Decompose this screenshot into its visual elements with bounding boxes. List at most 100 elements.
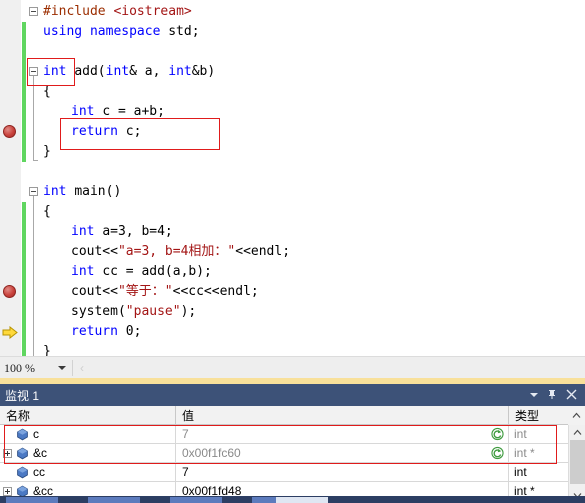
- code-line[interactable]: int main(): [39, 182, 585, 202]
- code-line[interactable]: }: [39, 142, 585, 162]
- watch-panel-title: 监视 1: [5, 388, 40, 403]
- watch-row[interactable]: &c 0x00f1fc60 int *: [0, 444, 585, 463]
- code-line[interactable]: int cc = add(a,b);: [39, 262, 585, 282]
- code-token: cout<<: [71, 284, 118, 299]
- code-line[interactable]: int c = a+b;: [39, 102, 585, 122]
- code-line[interactable]: int a=3, b=4;: [39, 222, 585, 242]
- watch-cell-name[interactable]: cc: [0, 463, 176, 481]
- nav-back-icon[interactable]: ‹: [80, 361, 84, 375]
- code-text[interactable]: #include <iostream> using namespace std; …: [39, 0, 585, 356]
- code-token: <<endl;: [235, 244, 291, 259]
- watch-row[interactable]: c 7 int: [0, 425, 585, 444]
- field-variable-icon: [16, 466, 29, 479]
- code-token: int: [43, 64, 75, 79]
- code-line[interactable]: cout<<"等于："<<cc<<endl;: [39, 282, 585, 302]
- breakpoint-icon[interactable]: [3, 285, 16, 298]
- code-token: c;: [125, 124, 142, 139]
- code-token: int: [168, 64, 192, 79]
- expander-placeholder: [3, 468, 12, 477]
- code-line[interactable]: #include <iostream>: [39, 2, 585, 22]
- outlining-collapse-icon[interactable]: [29, 187, 38, 196]
- code-token: int: [43, 184, 75, 199]
- change-indicator-bar: [22, 22, 26, 162]
- code-token: add(: [74, 64, 106, 79]
- code-line[interactable]: }: [39, 342, 585, 356]
- code-line[interactable]: {: [39, 82, 585, 102]
- watch-name-text: cc: [33, 465, 45, 479]
- watch-grid-header[interactable]: 名称值类型: [0, 406, 585, 425]
- watch-titlebar-buttons: [530, 389, 577, 402]
- code-token: int: [71, 264, 103, 279]
- code-line[interactable]: using namespace std;: [39, 22, 585, 42]
- watch-name-text: c: [33, 427, 39, 441]
- watch-grid-scrollbar[interactable]: [568, 425, 585, 503]
- code-token: int: [71, 104, 103, 119]
- taskbar-item-2[interactable]: [88, 497, 140, 503]
- code-token: a=3, b=4;: [102, 224, 173, 239]
- visual-studio-debug-window: #include <iostream> using namespace std; …: [0, 0, 585, 503]
- watch-cell-value[interactable]: 7: [176, 425, 509, 443]
- refresh-icon[interactable]: [491, 446, 504, 460]
- expand-icon[interactable]: [3, 486, 12, 496]
- code-token: system(: [71, 304, 126, 319]
- taskbar-item-1[interactable]: [6, 497, 58, 503]
- chevron-down-icon[interactable]: [530, 393, 538, 397]
- watch-panel: 监视 1 名称值类型 c 7 int &c 0x00f1fc60 int * c…: [0, 384, 585, 503]
- close-icon[interactable]: [566, 389, 577, 402]
- outlining-guide-end: [33, 160, 38, 161]
- code-token: std;: [168, 24, 200, 39]
- watch-cell-value[interactable]: 7: [176, 463, 509, 481]
- breakpoint-gutter[interactable]: [0, 0, 21, 356]
- chevron-down-icon[interactable]: [58, 366, 66, 370]
- code-token: "等于：": [117, 284, 173, 299]
- column-header-name[interactable]: 名称: [0, 406, 176, 424]
- column-header-value[interactable]: 值: [176, 406, 509, 424]
- change-indicator-bar: [22, 202, 26, 356]
- code-token: );: [180, 304, 197, 319]
- code-token: "pause": [125, 304, 181, 319]
- watch-grid[interactable]: 名称值类型 c 7 int &c 0x00f1fc60 int * cc 7 int &cc 0x0…: [0, 406, 585, 503]
- watch-panel-titlebar[interactable]: 监视 1: [0, 384, 585, 406]
- code-line[interactable]: [39, 42, 585, 62]
- code-token: 0;: [125, 324, 142, 339]
- watch-value-text: 7: [182, 427, 189, 441]
- code-token: <<cc<<endl;: [172, 284, 259, 299]
- taskbar-item-3[interactable]: [170, 497, 222, 503]
- watch-row[interactable]: cc 7 int: [0, 463, 585, 482]
- code-editor[interactable]: #include <iostream> using namespace std; …: [0, 0, 585, 356]
- watch-cell-type: int: [514, 427, 527, 441]
- watch-name-text: &c: [33, 446, 48, 460]
- refresh-icon[interactable]: [491, 427, 504, 441]
- watch-cell-value[interactable]: 0x00f1fc60: [176, 444, 509, 462]
- field-variable-icon: [16, 428, 29, 441]
- code-token: return: [71, 124, 126, 139]
- code-token: using namespace: [43, 24, 169, 39]
- code-line[interactable]: {: [39, 202, 585, 222]
- code-line[interactable]: [39, 162, 585, 182]
- outlining-collapse-icon[interactable]: [29, 7, 38, 16]
- editor-zoom-bar: 100 % ‹: [0, 356, 585, 379]
- code-token: &b): [191, 64, 216, 79]
- scrollbar-thumb[interactable]: [570, 440, 585, 484]
- taskbar-item-5[interactable]: [276, 497, 328, 503]
- expand-icon[interactable]: [3, 448, 12, 458]
- watch-cell-name[interactable]: &c: [0, 444, 176, 462]
- outlining-collapse-icon[interactable]: [29, 67, 38, 76]
- code-token: #include: [43, 4, 114, 19]
- code-line[interactable]: cout<<"a=3, b=4相加："<<endl;: [39, 242, 585, 262]
- breakpoint-icon[interactable]: [3, 125, 16, 138]
- pin-icon[interactable]: [547, 389, 557, 402]
- code-line[interactable]: int add(int& a, int&b): [39, 62, 585, 82]
- grid-sort-indicator[interactable]: [568, 406, 585, 425]
- scroll-up-icon[interactable]: [569, 425, 585, 440]
- code-line[interactable]: return c;: [39, 122, 585, 142]
- watch-cell-name[interactable]: c: [0, 425, 176, 443]
- watch-grid-rows[interactable]: c 7 int &c 0x00f1fc60 int * cc 7 int &cc 0x00f1fd4…: [0, 425, 585, 501]
- code-line[interactable]: return 0;: [39, 322, 585, 342]
- watch-value-text: 7: [182, 465, 189, 479]
- code-line[interactable]: system("pause");: [39, 302, 585, 322]
- zoom-level-combobox[interactable]: 100 %: [0, 357, 72, 379]
- os-taskbar[interactable]: [0, 496, 585, 503]
- code-token: <iostream>: [113, 4, 192, 19]
- column-header-type[interactable]: 类型: [509, 406, 567, 424]
